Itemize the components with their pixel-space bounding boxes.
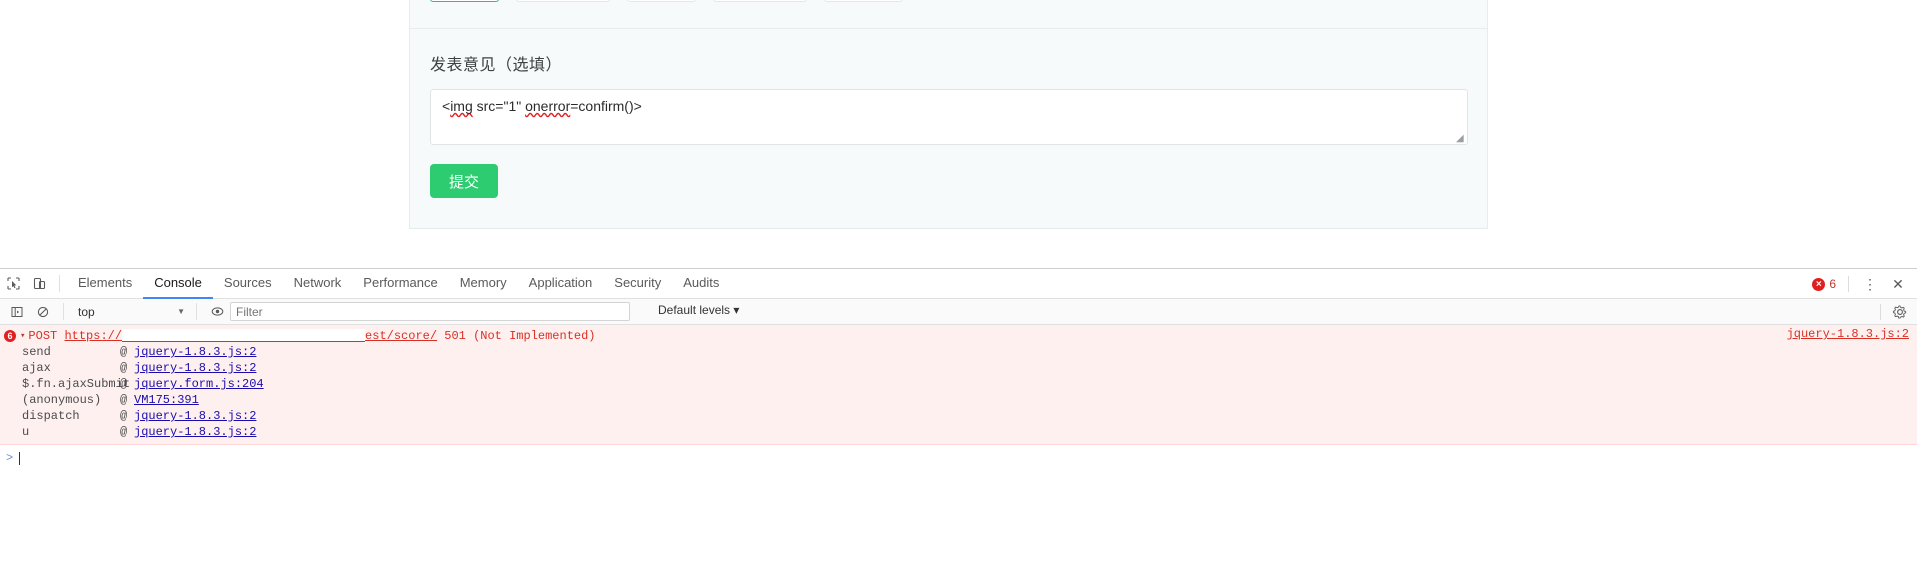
error-icon: 6: [4, 329, 16, 342]
stack-frame-function: dispatch: [22, 409, 80, 423]
rating-option-butaimanyi[interactable]: 不太满意: [713, 0, 808, 2]
error-space-2: [437, 329, 444, 343]
stack-frame-at: @: [120, 425, 128, 439]
tab-audits[interactable]: Audits: [672, 269, 730, 299]
error-status-text: (Not Implemented): [473, 328, 596, 343]
stack-frame-function: send: [22, 345, 51, 359]
clear-console-icon[interactable]: [30, 299, 56, 325]
console-sidebar-toggle-icon[interactable]: [4, 299, 30, 325]
error-count-label: 6: [1829, 277, 1836, 291]
redacted-url-region: [122, 329, 366, 342]
devtools-panel: Elements Console Sources Network Perform…: [0, 268, 1917, 575]
chevron-down-icon: ▼: [177, 307, 185, 316]
comment-text-spell-onerror: onerror: [525, 98, 571, 114]
rating-options-row: 满意 基本满意 一般 不太满意 不满意: [410, 0, 1487, 29]
stack-frame-link[interactable]: VM175:391: [134, 393, 199, 407]
stack-frame-link[interactable]: jquery-1.8.3.js:2: [134, 345, 256, 359]
submit-button[interactable]: 提交: [430, 164, 498, 198]
stack-frame-row: ajax @ jquery-1.8.3.js:2: [0, 360, 1917, 376]
stack-frame-at: @: [120, 409, 128, 423]
comment-text-spell-img: img: [450, 98, 473, 114]
stack-frame-function: ajax: [22, 361, 51, 375]
stack-frame-function: (anonymous): [22, 393, 102, 407]
inspect-element-icon[interactable]: [0, 271, 26, 297]
filterbar-divider-3: [1880, 304, 1881, 320]
stack-frame-link[interactable]: jquery.form.js:204: [134, 377, 264, 391]
error-method: POST: [28, 328, 58, 343]
execution-context-value: top: [78, 304, 95, 319]
console-filter-bar: top ▼ Default levels ▾: [0, 299, 1917, 325]
error-url-prefix[interactable]: https://: [64, 329, 122, 343]
stack-frame-row: (anonymous) @ VM175:391: [0, 392, 1917, 408]
stack-frame-link[interactable]: jquery-1.8.3.js:2: [134, 409, 256, 423]
console-filter-input[interactable]: [230, 302, 630, 321]
stack-frame-at: @: [120, 393, 128, 407]
stack-frame-function: u: [22, 425, 30, 439]
rating-option-yiban[interactable]: 一般: [627, 0, 697, 2]
console-prompt[interactable]: >: [0, 448, 1917, 468]
log-levels-dropdown[interactable]: Default levels ▾: [658, 303, 739, 317]
expand-triangle-icon[interactable]: ▾: [20, 331, 25, 341]
comment-text-src: src="1": [472, 98, 526, 114]
console-error-group: 6 ▾ POST https:// est/score/ 501 (Not Imp…: [0, 325, 1917, 445]
error-count-badge[interactable]: × 6: [1808, 277, 1840, 291]
filterbar-right-actions: [1874, 299, 1913, 325]
stack-frame-at: @: [120, 377, 128, 391]
actions-divider: [1848, 276, 1849, 292]
stack-frame-function: $.fn.ajaxSubmit: [22, 377, 131, 391]
comment-block: 发表意见（选填） <img src="1" onerror=confirm()>…: [410, 29, 1487, 228]
error-icon: ×: [1812, 277, 1826, 291]
textarea-resize-grip[interactable]: ◢: [1456, 134, 1465, 144]
live-expression-eye-icon[interactable]: [204, 299, 230, 325]
feedback-card: 满意 基本满意 一般 不太满意 不满意 发表意见（选填） <img src="1…: [409, 0, 1488, 229]
filterbar-divider-2: [196, 303, 197, 320]
error-space-1: [57, 329, 64, 343]
text-caret: [19, 451, 21, 465]
stack-frame-link[interactable]: jquery-1.8.3.js:2: [134, 361, 256, 375]
settings-gear-icon[interactable]: [1887, 299, 1913, 325]
devtools-tab-list: Elements Console Sources Network Perform…: [67, 269, 730, 299]
tab-memory[interactable]: Memory: [449, 269, 518, 299]
comment-textarea[interactable]: <img src="1" onerror=confirm()> ◢: [430, 89, 1468, 145]
stack-frame-row: send @ jquery-1.8.3.js:2: [0, 344, 1917, 360]
toggle-device-toolbar-icon[interactable]: [26, 271, 52, 297]
stack-frame-row: dispatch @ jquery-1.8.3.js:2: [0, 408, 1917, 424]
stack-frame-at: @: [120, 345, 128, 359]
execution-context-select[interactable]: top ▼: [71, 302, 189, 321]
prompt-arrow-icon: >: [6, 451, 14, 465]
tabbar-divider: [59, 275, 60, 292]
error-url-suffix[interactable]: est/score/: [365, 329, 437, 343]
stack-frame-row: $.fn.ajaxSubmit @ jquery.form.js:204: [0, 376, 1917, 392]
stack-frame-at: @: [120, 361, 128, 375]
tab-network[interactable]: Network: [283, 269, 353, 299]
web-page-content: 满意 基本满意 一般 不太满意 不满意 发表意见（选填） <img src="1…: [0, 0, 1917, 268]
console-message-list[interactable]: 6 ▾ POST https:// est/score/ 501 (Not Imp…: [0, 325, 1917, 575]
tab-elements[interactable]: Elements: [67, 269, 143, 299]
tab-application[interactable]: Application: [518, 269, 604, 299]
tab-security[interactable]: Security: [603, 269, 672, 299]
filterbar-divider-1: [63, 303, 64, 320]
console-error-message[interactable]: 6 ▾ POST https:// est/score/ 501 (Not Imp…: [0, 327, 1917, 344]
comment-label: 发表意见（选填）: [430, 57, 563, 74]
devtools-tabbar: Elements Console Sources Network Perform…: [0, 269, 1917, 299]
close-devtools-icon[interactable]: ✕: [1885, 271, 1911, 297]
error-source-link[interactable]: jquery-1.8.3.js:2: [1787, 327, 1909, 341]
comment-text-lt: <: [442, 98, 451, 114]
error-status-code: 501: [444, 328, 466, 343]
stack-frame-link[interactable]: jquery-1.8.3.js:2: [134, 425, 256, 439]
stack-frame-row: u @ jquery-1.8.3.js:2: [0, 424, 1917, 440]
rating-option-bumanyi[interactable]: 不满意: [824, 0, 904, 2]
more-options-icon[interactable]: ⋮: [1857, 271, 1883, 297]
rating-option-jibenmanyi[interactable]: 基本满意: [516, 0, 611, 2]
tab-performance[interactable]: Performance: [352, 269, 448, 299]
tab-console[interactable]: Console: [143, 269, 213, 299]
comment-text-tail: =confirm()>: [570, 98, 642, 114]
tab-sources[interactable]: Sources: [213, 269, 283, 299]
rating-option-manyi[interactable]: 满意: [430, 0, 499, 2]
error-space-3: [466, 329, 473, 343]
devtools-tabbar-actions: × 6 ⋮ ✕: [1808, 269, 1911, 299]
